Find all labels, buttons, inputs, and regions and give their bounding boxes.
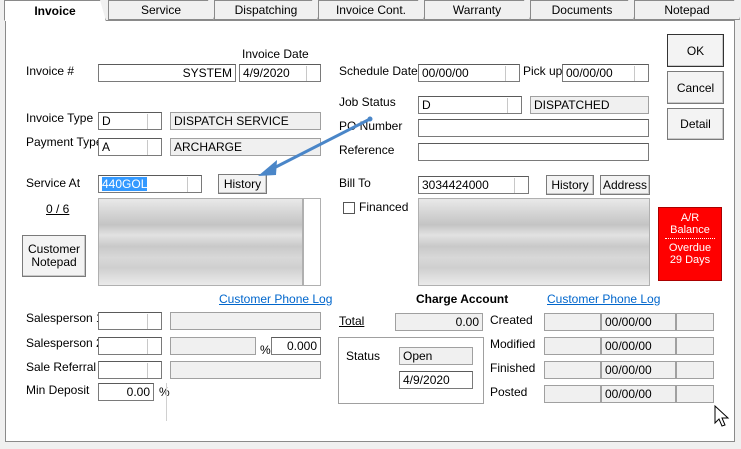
annotation-arrow xyxy=(258,116,373,176)
mouse-cursor-icon xyxy=(714,405,730,427)
tab-invoice[interactable]: Invoice xyxy=(4,0,106,21)
invoice-window: Invoice Service Dispatching Invoice Cont… xyxy=(0,0,741,449)
